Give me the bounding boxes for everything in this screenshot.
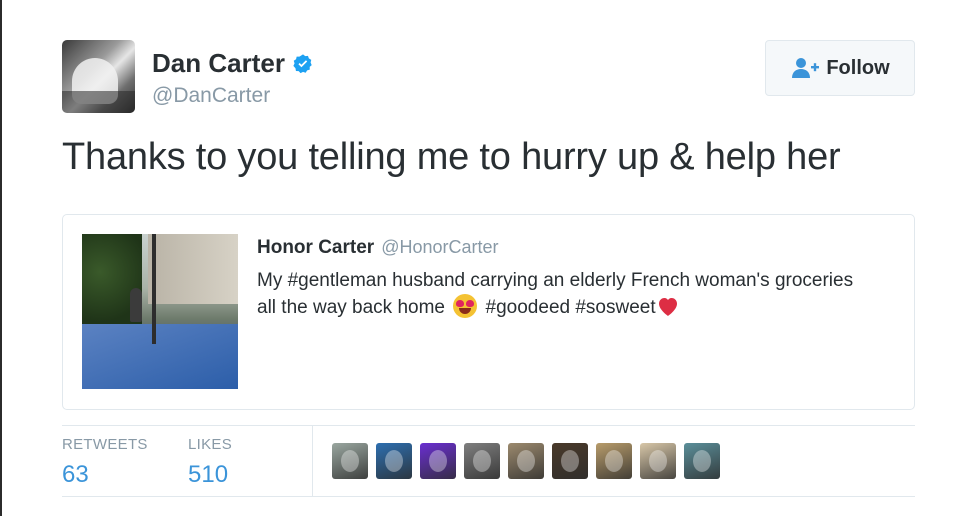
avatar-shade <box>62 91 135 113</box>
tweet-text: Thanks to you telling me to hurry up & h… <box>62 136 841 178</box>
image-pole <box>152 234 156 344</box>
liker-avatar-figure <box>385 450 403 472</box>
liker-avatar[interactable] <box>552 443 588 479</box>
image-person <box>130 288 142 322</box>
retweets-stat[interactable]: RETWEETS 63 <box>62 436 148 489</box>
liker-avatar-figure <box>517 450 535 472</box>
likes-count: 510 <box>188 461 229 488</box>
follow-button[interactable]: Follow <box>765 40 915 96</box>
liker-avatar-figure <box>693 450 711 472</box>
author-name[interactable]: Dan Carter <box>152 48 285 79</box>
heart-eyes-emoji-icon <box>453 294 478 318</box>
author-name-row: Dan Carter <box>152 48 314 79</box>
liker-avatar[interactable] <box>508 443 544 479</box>
retweets-label: RETWEETS <box>62 436 148 453</box>
stats-separator <box>312 426 313 496</box>
window-edge <box>0 0 2 516</box>
author-handle[interactable]: @DanCarter <box>152 84 270 108</box>
liker-avatar-figure <box>605 450 623 472</box>
likes-stat[interactable]: LIKES 510 <box>188 436 232 489</box>
liker-avatar[interactable] <box>464 443 500 479</box>
retweets-count: 63 <box>62 461 89 488</box>
stats-divider-bottom <box>62 496 915 497</box>
quoted-tweet-header: Honor Carter @HonorCarter <box>257 237 499 259</box>
verified-badge-icon <box>293 53 312 73</box>
liker-avatar-figure <box>429 450 447 472</box>
liker-avatar-figure <box>561 450 579 472</box>
quoted-author-handle[interactable]: @HonorCarter <box>381 237 498 258</box>
likes-label: LIKES <box>188 436 233 453</box>
liker-avatar-figure <box>341 450 359 472</box>
follow-user-icon <box>792 58 820 78</box>
liker-avatar[interactable] <box>420 443 456 479</box>
quoted-tweet-text: My #gentleman husband carrying an elderl… <box>257 267 877 321</box>
liker-avatar[interactable] <box>640 443 676 479</box>
stats-divider-top <box>62 425 915 426</box>
image-road <box>82 324 238 389</box>
liker-avatar[interactable] <box>332 443 368 479</box>
liker-avatars <box>332 443 728 479</box>
quoted-tweet[interactable]: Honor Carter @HonorCarter My #gentleman … <box>62 214 915 410</box>
quoted-text-part-2: #goodeed #sosweet <box>480 297 656 318</box>
liker-avatar-figure <box>649 450 667 472</box>
avatar[interactable] <box>62 40 135 113</box>
image-wall <box>148 234 238 304</box>
follow-button-label: Follow <box>826 56 890 79</box>
liker-avatar[interactable] <box>376 443 412 479</box>
liker-avatar-figure <box>473 450 491 472</box>
quoted-author-name[interactable]: Honor Carter <box>257 237 374 259</box>
quoted-tweet-image[interactable] <box>82 234 238 389</box>
liker-avatar[interactable] <box>596 443 632 479</box>
red-heart-emoji-icon <box>658 298 677 316</box>
liker-avatar[interactable] <box>684 443 720 479</box>
